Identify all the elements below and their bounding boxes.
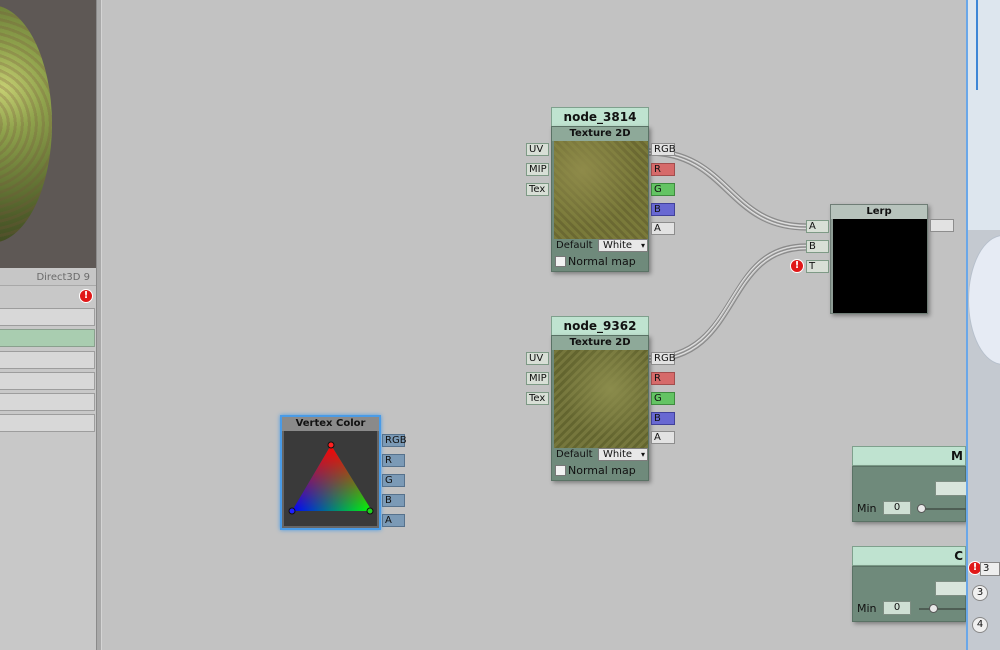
property-node[interactable]: Min 0 [852, 566, 967, 622]
normal-map-label: Normal map [568, 255, 636, 268]
property-node-title[interactable]: C [852, 546, 966, 566]
normal-map-label: Normal map [568, 464, 636, 477]
panel-splitter[interactable] [96, 0, 102, 650]
left-list-item[interactable] [0, 393, 95, 411]
vertex-color-preview[interactable] [284, 431, 377, 526]
texture-node[interactable]: Texture 2D Default White ▾ Normal map [551, 335, 649, 481]
output-port-a[interactable]: A [382, 514, 405, 527]
lerp-preview[interactable] [833, 219, 927, 313]
property-value-field[interactable] [935, 581, 967, 596]
property-value-field[interactable] [935, 481, 967, 496]
texture-node[interactable]: Texture 2D Default White ▾ Normal map [551, 126, 649, 272]
output-port[interactable] [930, 219, 954, 232]
default-label: Default [556, 449, 593, 460]
scene-sphere [968, 235, 1000, 365]
default-select[interactable]: White ▾ [598, 239, 648, 252]
scene-line [976, 0, 978, 90]
min-value-field[interactable]: 0 [883, 601, 911, 615]
lerp-node[interactable]: Lerp [830, 204, 928, 314]
node-title-tab[interactable]: node_9362 [551, 316, 649, 336]
range-slider-track[interactable] [919, 608, 967, 610]
node-title-tab[interactable]: node_3814 [551, 107, 649, 127]
property-node[interactable]: Min 0 [852, 466, 967, 522]
warning-icon[interactable]: ! [790, 259, 804, 273]
range-slider-thumb[interactable] [917, 504, 926, 513]
left-list-item[interactable] [0, 372, 95, 390]
color-triangle-icon [288, 441, 374, 515]
range-slider-thumb[interactable] [929, 604, 938, 613]
default-label: Default [556, 240, 593, 251]
order-badge[interactable]: 3 [972, 585, 988, 601]
output-port-g[interactable]: G [651, 183, 675, 196]
scene-view-strip[interactable]: ! 3 3 4 [966, 0, 1000, 650]
node-header: Texture 2D [552, 336, 648, 350]
input-port-mip[interactable]: MIP [526, 163, 549, 176]
input-port-tex[interactable]: Tex [526, 183, 549, 196]
output-port-rgb[interactable]: RGB [651, 352, 676, 365]
warning-icon[interactable]: ! [79, 289, 93, 303]
input-port-uv[interactable]: UV [526, 143, 549, 156]
dropdown-arrow-icon: ▾ [640, 450, 645, 459]
property-node-title[interactable]: M [852, 446, 966, 466]
scene-sky [968, 0, 1000, 230]
default-select-value: White [603, 449, 633, 460]
output-port-b[interactable]: B [651, 203, 675, 216]
node-header: Vertex Color [282, 417, 379, 431]
renderer-label: Direct3D 9 [0, 270, 96, 286]
output-port-g[interactable]: G [382, 474, 405, 487]
output-port-r[interactable]: R [382, 454, 405, 467]
output-port-b[interactable]: B [382, 494, 405, 507]
output-port-rgb[interactable]: RGB [651, 143, 676, 156]
node-header: Lerp [831, 205, 927, 219]
left-list-item[interactable] [0, 308, 95, 326]
output-port-b[interactable]: B [651, 412, 675, 425]
output-port-a[interactable]: A [651, 222, 675, 235]
count-field[interactable]: 3 [980, 562, 1000, 576]
normal-map-checkbox[interactable] [555, 465, 566, 476]
preview-sphere [0, 5, 52, 243]
min-value-field[interactable]: 0 [883, 501, 911, 515]
output-port-r[interactable]: R [651, 163, 675, 176]
input-port-b[interactable]: B [806, 240, 829, 253]
default-select[interactable]: White ▾ [598, 448, 648, 461]
input-port-uv[interactable]: UV [526, 352, 549, 365]
left-panel: Direct3D 9 ! [0, 0, 96, 650]
node-connections [647, 148, 807, 363]
input-port-a[interactable]: A [806, 220, 829, 233]
texture-preview[interactable] [554, 141, 648, 239]
input-port-t[interactable]: T [806, 260, 829, 273]
default-select-value: White [603, 240, 633, 251]
input-port-tex[interactable]: Tex [526, 392, 549, 405]
node-header: Texture 2D [552, 127, 648, 141]
output-port-r[interactable]: R [651, 372, 675, 385]
output-port-rgb[interactable]: RGB [382, 434, 407, 447]
texture-preview[interactable] [554, 350, 648, 448]
range-slider-track[interactable] [919, 508, 967, 510]
output-port-g[interactable]: G [651, 392, 675, 405]
normal-map-checkbox[interactable] [555, 256, 566, 267]
order-badge[interactable]: 4 [972, 617, 988, 633]
vertex-color-node[interactable]: Vertex Color [280, 415, 381, 530]
min-label: Min [857, 502, 877, 515]
input-port-mip[interactable]: MIP [526, 372, 549, 385]
left-list-item[interactable] [0, 414, 95, 432]
dropdown-arrow-icon: ▾ [640, 241, 645, 250]
output-port-a[interactable]: A [651, 431, 675, 444]
left-list-item-selected[interactable] [0, 329, 95, 347]
material-preview[interactable] [0, 0, 96, 268]
left-list-item[interactable] [0, 351, 95, 369]
min-label: Min [857, 602, 877, 615]
